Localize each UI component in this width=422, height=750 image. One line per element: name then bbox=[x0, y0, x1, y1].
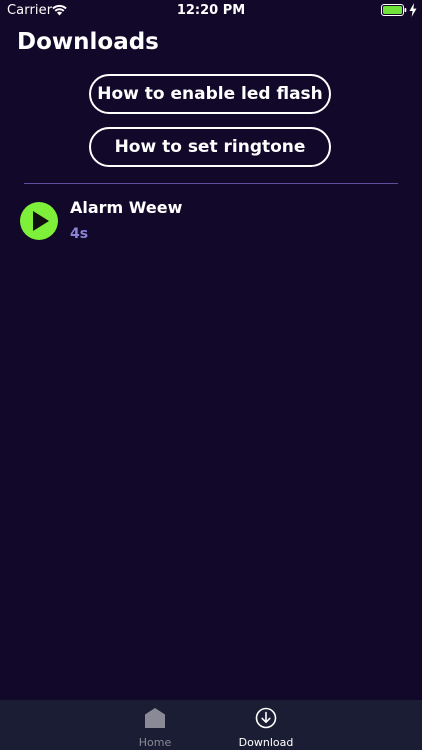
charging-bolt-icon bbox=[409, 3, 417, 17]
play-button[interactable] bbox=[20, 202, 58, 240]
download-icon bbox=[255, 707, 277, 729]
download-duration: 4s bbox=[70, 226, 89, 242]
tab-home[interactable]: Home bbox=[110, 700, 200, 750]
download-list-item[interactable]: Alarm Weew 4s bbox=[19, 195, 399, 249]
tab-bar: Home Download bbox=[0, 700, 422, 750]
ringtone-help-button[interactable]: How to set ringtone bbox=[89, 127, 331, 167]
battery-icon bbox=[381, 4, 407, 16]
divider bbox=[24, 183, 398, 184]
status-bar: Carrier 12:20 PM bbox=[0, 0, 422, 22]
tab-download-label: Download bbox=[238, 736, 294, 749]
clock: 12:20 PM bbox=[176, 3, 246, 18]
home-icon bbox=[145, 708, 165, 728]
page-title: Downloads bbox=[17, 29, 159, 55]
play-icon bbox=[33, 211, 49, 231]
tab-home-label: Home bbox=[138, 736, 172, 749]
led-flash-help-button[interactable]: How to enable led flash bbox=[89, 74, 331, 114]
download-title: Alarm Weew bbox=[70, 198, 183, 217]
tab-download[interactable]: Download bbox=[221, 700, 311, 750]
